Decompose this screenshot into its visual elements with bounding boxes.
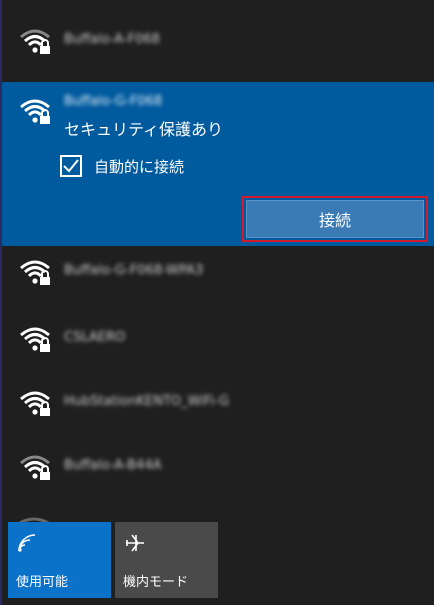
checkmark-icon	[63, 159, 79, 173]
wifi-secured-icon	[20, 327, 50, 352]
auto-connect-checkbox[interactable]	[60, 155, 82, 177]
network-item-0[interactable]: Buffalo-A-F068	[2, 12, 434, 70]
wifi-secured-icon	[20, 99, 50, 124]
network-ssid: Buffalo-A-B44A	[64, 458, 162, 473]
wifi-toggle-tile[interactable]: 使用可能	[8, 522, 111, 598]
network-item-5[interactable]: Buffalo-A-B44A	[2, 438, 434, 496]
network-ssid: Buffalo-G-F068-WPA3	[64, 263, 204, 278]
network-item-2[interactable]: Buffalo-G-F068-WPA3	[2, 243, 434, 301]
wifi-flyout-panel: Buffalo-A-F068 Buffalo-G-F068 セキュリティ保護あり…	[0, 0, 434, 605]
quick-action-tiles: 使用可能 機内モード	[8, 522, 218, 598]
wifi-secured-icon	[20, 455, 50, 480]
network-item-3[interactable]: CSLAERO	[2, 310, 434, 368]
wifi-secured-icon	[20, 391, 50, 416]
network-ssid: Buffalo-A-F068	[64, 32, 160, 47]
security-status: セキュリティ保護あり	[64, 120, 224, 139]
wifi-secured-icon	[20, 29, 50, 54]
auto-connect-label: 自動的に接続	[94, 157, 185, 176]
tile-label: 使用可能	[16, 575, 69, 590]
network-item-4[interactable]: HubStationKENTO_WiFi-G	[2, 374, 434, 432]
network-ssid: Buffalo-G-F068	[64, 94, 163, 109]
connect-button[interactable]: 接続	[246, 200, 424, 238]
airplane-mode-tile[interactable]: 機内モード	[115, 522, 218, 598]
network-ssid: CSLAERO	[64, 330, 126, 345]
auto-connect-option[interactable]: 自動的に接続	[60, 153, 184, 179]
network-ssid: HubStationKENTO_WiFi-G	[64, 394, 230, 409]
connect-button-highlight: 接続	[242, 196, 428, 242]
wifi-secured-icon	[20, 260, 50, 285]
tile-label: 機内モード	[123, 575, 189, 590]
wifi-icon	[18, 534, 36, 552]
airplane-icon	[126, 534, 144, 552]
